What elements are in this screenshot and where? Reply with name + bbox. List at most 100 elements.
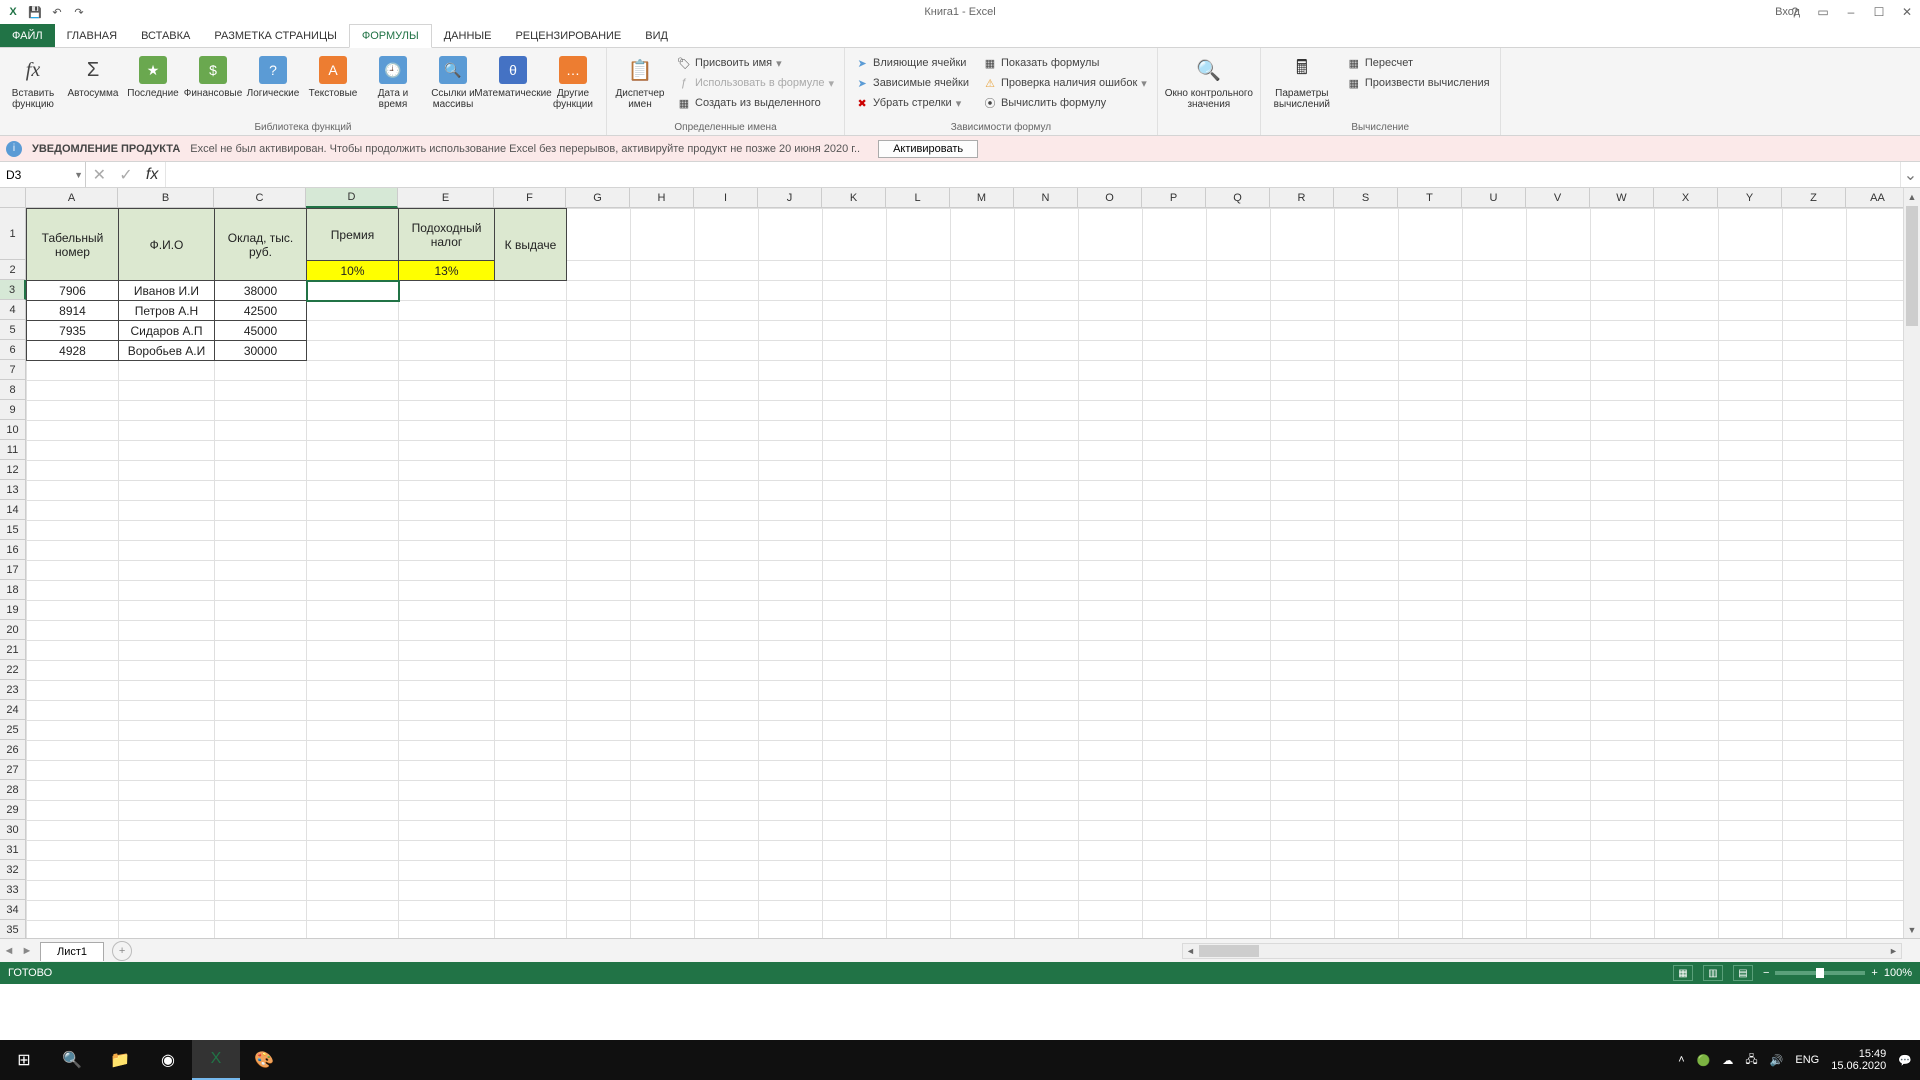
- cell[interactable]: [1527, 881, 1591, 901]
- cell[interactable]: [695, 261, 759, 281]
- cell[interactable]: [1655, 901, 1719, 921]
- cell[interactable]: [399, 901, 495, 921]
- cell[interactable]: [1463, 801, 1527, 821]
- cell[interactable]: [1783, 321, 1847, 341]
- cell[interactable]: [951, 881, 1015, 901]
- cell[interactable]: [1143, 621, 1207, 641]
- cell[interactable]: [215, 761, 307, 781]
- cell[interactable]: [495, 781, 567, 801]
- cell[interactable]: [495, 741, 567, 761]
- cell[interactable]: [1527, 581, 1591, 601]
- cell[interactable]: [1399, 441, 1463, 461]
- view-normal-icon[interactable]: ▦: [1673, 965, 1693, 981]
- cell[interactable]: [951, 721, 1015, 741]
- cell[interactable]: [631, 441, 695, 461]
- row-header[interactable]: 29: [0, 800, 26, 820]
- cell[interactable]: [1079, 661, 1143, 681]
- cell[interactable]: [1271, 681, 1335, 701]
- cell[interactable]: [1335, 301, 1399, 321]
- column-header[interactable]: Q: [1206, 188, 1270, 208]
- cell[interactable]: 4928: [27, 341, 119, 361]
- cell[interactable]: [1335, 341, 1399, 361]
- cell[interactable]: [823, 701, 887, 721]
- cell[interactable]: [1783, 921, 1847, 939]
- cell[interactable]: [1015, 601, 1079, 621]
- cell[interactable]: [1527, 361, 1591, 381]
- cell[interactable]: [567, 421, 631, 441]
- cell[interactable]: [1399, 461, 1463, 481]
- cell[interactable]: [951, 861, 1015, 881]
- cell[interactable]: [1399, 281, 1463, 301]
- cell[interactable]: [215, 381, 307, 401]
- cell[interactable]: [1079, 321, 1143, 341]
- cell[interactable]: [1207, 901, 1271, 921]
- cell[interactable]: [1079, 781, 1143, 801]
- cell[interactable]: [307, 681, 399, 701]
- cell[interactable]: [823, 641, 887, 661]
- cell[interactable]: [399, 521, 495, 541]
- cell[interactable]: [495, 721, 567, 741]
- datetime-button[interactable]: 🕘Дата и время: [366, 50, 420, 110]
- cell[interactable]: [495, 701, 567, 721]
- cell[interactable]: [27, 781, 119, 801]
- vertical-scrollbar[interactable]: ▲ ▼: [1903, 188, 1920, 938]
- cell[interactable]: [1655, 821, 1719, 841]
- cell[interactable]: [951, 681, 1015, 701]
- cell[interactable]: [1207, 321, 1271, 341]
- cell[interactable]: [1399, 481, 1463, 501]
- cell[interactable]: [1719, 541, 1783, 561]
- cell[interactable]: [1783, 421, 1847, 441]
- cell[interactable]: [1271, 301, 1335, 321]
- cell[interactable]: [823, 541, 887, 561]
- cell[interactable]: [215, 721, 307, 741]
- cell[interactable]: [887, 561, 951, 581]
- cell[interactable]: [1527, 821, 1591, 841]
- cell[interactable]: [951, 301, 1015, 321]
- cell[interactable]: [1847, 621, 1911, 641]
- cell[interactable]: [1143, 661, 1207, 681]
- cell[interactable]: [1271, 701, 1335, 721]
- cell[interactable]: [951, 501, 1015, 521]
- cell[interactable]: [1847, 601, 1911, 621]
- cell[interactable]: [1399, 301, 1463, 321]
- cell[interactable]: [1783, 781, 1847, 801]
- cell[interactable]: [1719, 361, 1783, 381]
- cell[interactable]: [119, 601, 215, 621]
- cell[interactable]: [759, 341, 823, 361]
- cell[interactable]: [823, 521, 887, 541]
- cell[interactable]: [1079, 861, 1143, 881]
- cell[interactable]: [1655, 481, 1719, 501]
- cell[interactable]: [1847, 321, 1911, 341]
- cell[interactable]: [567, 301, 631, 321]
- watch-window-button[interactable]: 🔍Окно контрольного значения: [1164, 50, 1254, 110]
- cell[interactable]: [1463, 281, 1527, 301]
- cell[interactable]: [495, 301, 567, 321]
- column-headers[interactable]: ABCDEFGHIJKLMNOPQRSTUVWXYZAA: [26, 188, 1910, 208]
- cell[interactable]: [1399, 841, 1463, 861]
- cell[interactable]: [1335, 681, 1399, 701]
- cell[interactable]: [399, 821, 495, 841]
- cell[interactable]: [1399, 781, 1463, 801]
- cell[interactable]: [823, 209, 887, 261]
- cell[interactable]: [1143, 381, 1207, 401]
- cell[interactable]: [1207, 261, 1271, 281]
- cell[interactable]: [495, 921, 567, 939]
- cell[interactable]: [631, 421, 695, 441]
- cell[interactable]: [1655, 661, 1719, 681]
- column-header[interactable]: K: [822, 188, 886, 208]
- cell[interactable]: 13%: [399, 261, 495, 281]
- cell[interactable]: [1463, 209, 1527, 261]
- cell[interactable]: [1015, 521, 1079, 541]
- recent-functions-button[interactable]: ★Последние: [126, 50, 180, 99]
- cell[interactable]: [1783, 601, 1847, 621]
- cell[interactable]: [1463, 441, 1527, 461]
- cell[interactable]: [567, 921, 631, 939]
- cell[interactable]: [1271, 561, 1335, 581]
- row-header[interactable]: 10: [0, 420, 26, 440]
- scrollbar-thumb[interactable]: [1199, 945, 1259, 957]
- cell[interactable]: [695, 741, 759, 761]
- maximize-icon[interactable]: ☐: [1866, 2, 1892, 22]
- cell[interactable]: [567, 261, 631, 281]
- cell[interactable]: [759, 901, 823, 921]
- cell[interactable]: [887, 701, 951, 721]
